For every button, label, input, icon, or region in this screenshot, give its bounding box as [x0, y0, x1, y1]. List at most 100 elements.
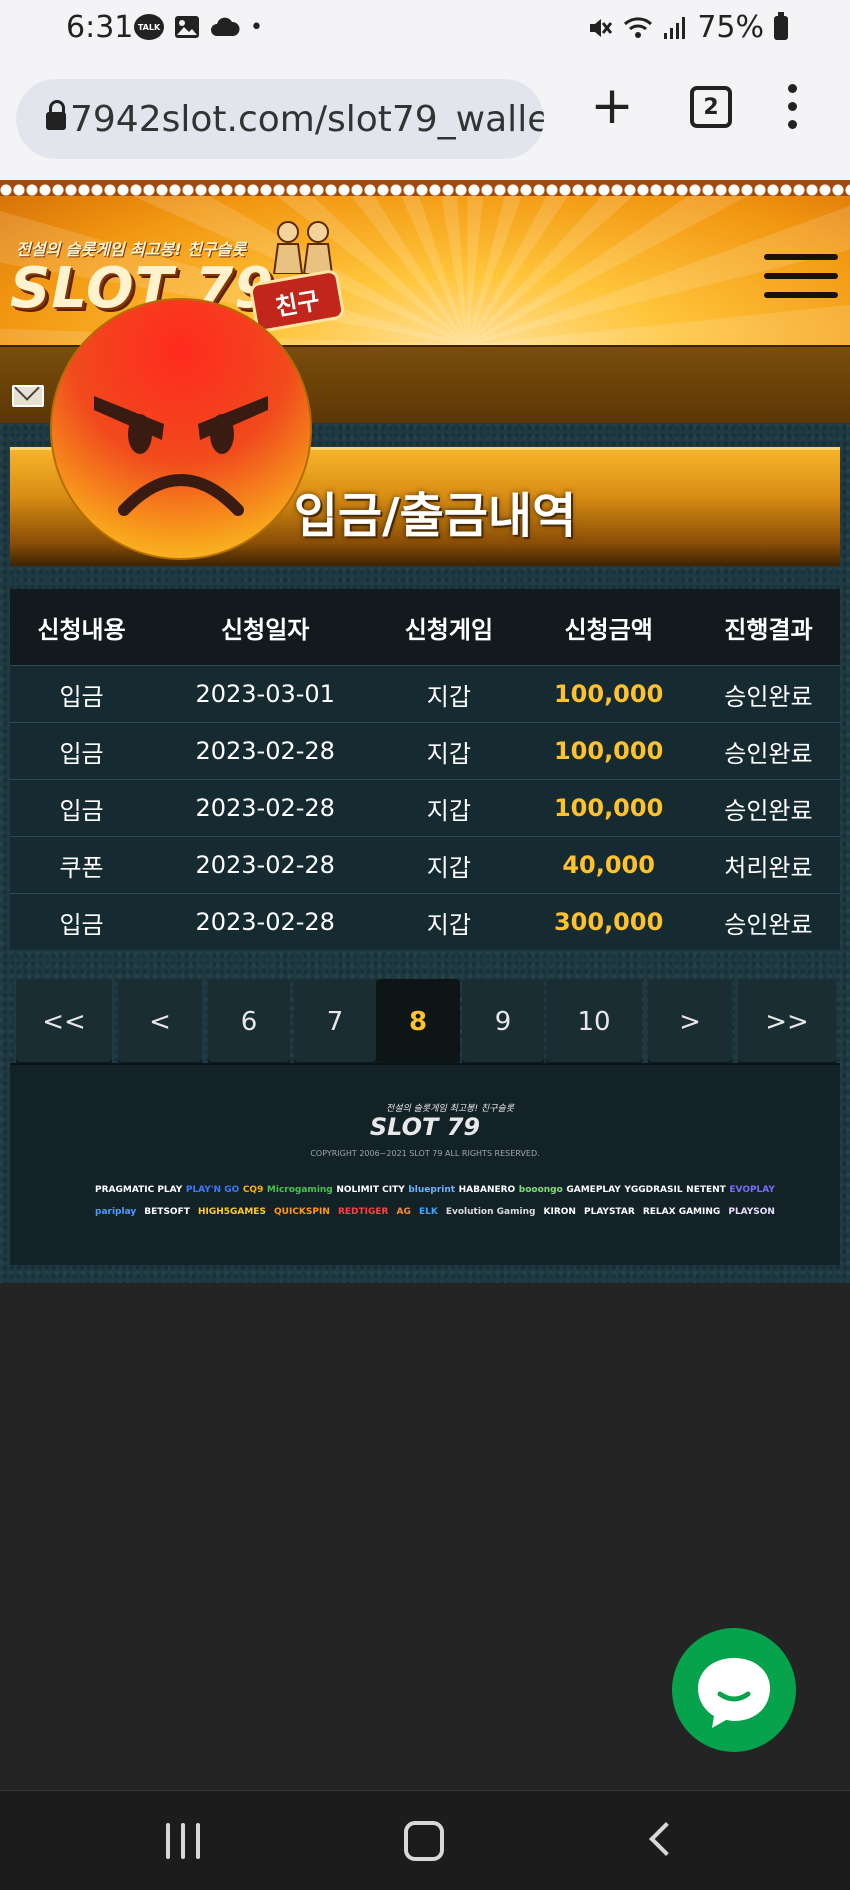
request-amount: 100,000	[520, 722, 697, 780]
request-status: 처리완료	[696, 836, 840, 894]
request-status: 승인완료	[696, 779, 840, 837]
column-header: 신청게임	[377, 589, 521, 666]
request-date: 2023-02-28	[153, 722, 378, 780]
page-button-6[interactable]: 6	[208, 979, 290, 1065]
back-button[interactable]	[649, 1822, 683, 1856]
provider-logos-row-1: PRAGMATIC PLAY PLAY'N GO CQ9 Microgaming…	[95, 1185, 775, 1195]
battery-icon	[774, 11, 788, 40]
tab-switcher-button[interactable]: 2	[690, 86, 732, 128]
logo-mascot-icon	[272, 221, 334, 274]
provider-logo: PLAY'N GO	[185, 1185, 240, 1195]
table-row: 입금 2023-02-28 지갑 300,000 승인완료	[10, 893, 840, 950]
url-text[interactable]: 7942slot.com/slot79_walle	[70, 99, 544, 140]
provider-logo: CQ9	[242, 1185, 264, 1195]
chat-button[interactable]	[672, 1628, 796, 1752]
more-options-icon[interactable]	[786, 84, 798, 136]
provider-logo: EVOPLAY	[729, 1185, 775, 1195]
mail-icon[interactable]	[12, 385, 44, 407]
provider-logo: pariplay	[95, 1207, 137, 1217]
provider-logo: HIGH5GAMES	[197, 1207, 266, 1217]
provider-logo: GAMEPLAY	[566, 1185, 621, 1195]
request-status: 승인완료	[696, 893, 840, 950]
provider-logo: booongo	[518, 1185, 563, 1195]
signal-icon	[664, 16, 686, 39]
notification-icons: TALK •	[134, 14, 263, 40]
provider-logo: BETSOFT	[144, 1207, 190, 1217]
gallery-icon	[175, 16, 199, 38]
provider-logo: RELAX GAMING	[642, 1207, 721, 1217]
page-button-7[interactable]: 7	[294, 979, 376, 1065]
next-page-button[interactable]: >	[648, 979, 732, 1065]
request-type: 입금	[10, 779, 154, 837]
column-header: 신청금액	[520, 589, 697, 666]
request-date: 2023-02-28	[153, 836, 378, 894]
menu-icon[interactable]	[764, 254, 838, 311]
request-amount: 300,000	[520, 893, 697, 950]
provider-logo: Microgaming	[266, 1185, 333, 1195]
request-date: 2023-02-28	[153, 893, 378, 950]
kakaotalk-icon: TALK	[134, 14, 164, 40]
provider-logo: KIRON	[543, 1207, 576, 1217]
browser-toolbar: 7942slot.com/slot79_walle + 2	[0, 62, 850, 180]
request-date: 2023-02-28	[153, 779, 378, 837]
table-row: 입금 2023-03-01 지갑 100,000 승인완료	[10, 665, 840, 723]
provider-logo: AG	[396, 1207, 411, 1217]
header-scallop-border	[0, 180, 850, 196]
system-navigation-bar	[0, 1790, 850, 1890]
request-status: 승인완료	[696, 722, 840, 780]
provider-logo: Evolution Gaming	[445, 1207, 536, 1217]
chat-bubble-icon	[698, 1658, 770, 1728]
table-row: 쿠폰 2023-02-28 지갑 40,000 처리완료	[10, 836, 840, 894]
request-amount: 40,000	[520, 836, 697, 894]
last-page-button[interactable]: >>	[738, 979, 836, 1065]
column-header: 신청일자	[153, 589, 378, 666]
request-amount: 100,000	[520, 779, 697, 837]
page-button-8-current[interactable]: 8	[376, 979, 460, 1065]
table-row: 입금 2023-02-28 지갑 100,000 승인완료	[10, 722, 840, 780]
provider-logo: PRAGMATIC PLAY	[95, 1185, 183, 1195]
status-time: 6:31	[66, 10, 134, 45]
pagination: << < 6 7 8 9 10 > >>	[16, 979, 836, 1065]
provider-logo: PLAYSON	[728, 1207, 775, 1217]
request-status: 승인완료	[696, 665, 840, 723]
request-type: 입금	[10, 665, 154, 723]
status-dot: •	[250, 14, 263, 40]
status-bar: 6:31 TALK • 75%	[0, 0, 850, 62]
column-header: 신청내용	[10, 589, 154, 666]
address-bar[interactable]: 7942slot.com/slot79_walle	[16, 79, 544, 159]
provider-logo: REDTIGER	[337, 1207, 389, 1217]
transaction-history-table: 신청내용 신청일자 신청게임 신청금액 진행결과 입금 2023-03-01 지…	[10, 589, 840, 950]
footer-copyright: COPYRIGHT 2006~2021 SLOT 79 ALL RIGHTS R…	[310, 1149, 540, 1158]
provider-logo: blueprint	[408, 1185, 456, 1195]
request-game: 지갑	[377, 665, 521, 723]
request-date: 2023-03-01	[153, 665, 378, 723]
footer-logo: SLOT 79	[369, 1113, 481, 1141]
site-footer: 전설의 슬롯게임 최고봉! 친구슬롯 SLOT 79 COPYRIGHT 200…	[10, 1063, 840, 1265]
request-game: 지갑	[377, 779, 521, 837]
request-game: 지갑	[377, 893, 521, 950]
provider-logo: YGGDRASIL	[624, 1185, 683, 1195]
wifi-icon	[624, 16, 653, 38]
provider-logo: NETENT	[686, 1185, 726, 1195]
provider-logo: ELK	[418, 1207, 438, 1217]
column-header: 진행결과	[696, 589, 840, 666]
request-type: 입금	[10, 893, 154, 950]
provider-logo: NOLIMIT CITY	[336, 1185, 405, 1195]
prev-page-button[interactable]: <	[118, 979, 202, 1065]
request-type: 입금	[10, 722, 154, 780]
request-type: 쿠폰	[10, 836, 154, 894]
cloud-icon	[211, 17, 240, 36]
provider-logo: HABANERO	[458, 1185, 516, 1195]
request-amount: 100,000	[520, 665, 697, 723]
battery-percent: 75%	[697, 10, 764, 45]
home-button[interactable]	[404, 1821, 444, 1861]
provider-logo: PLAYSTAR	[584, 1207, 635, 1217]
recent-apps-button[interactable]	[166, 1823, 200, 1859]
page-button-10[interactable]: 10	[546, 979, 642, 1065]
provider-logo: QUICKSPIN	[274, 1207, 330, 1217]
angry-face-emoji-icon	[50, 298, 312, 560]
page-button-9[interactable]: 9	[462, 979, 544, 1065]
new-tab-button[interactable]: +	[590, 80, 634, 132]
request-game: 지갑	[377, 836, 521, 894]
first-page-button[interactable]: <<	[16, 979, 112, 1065]
